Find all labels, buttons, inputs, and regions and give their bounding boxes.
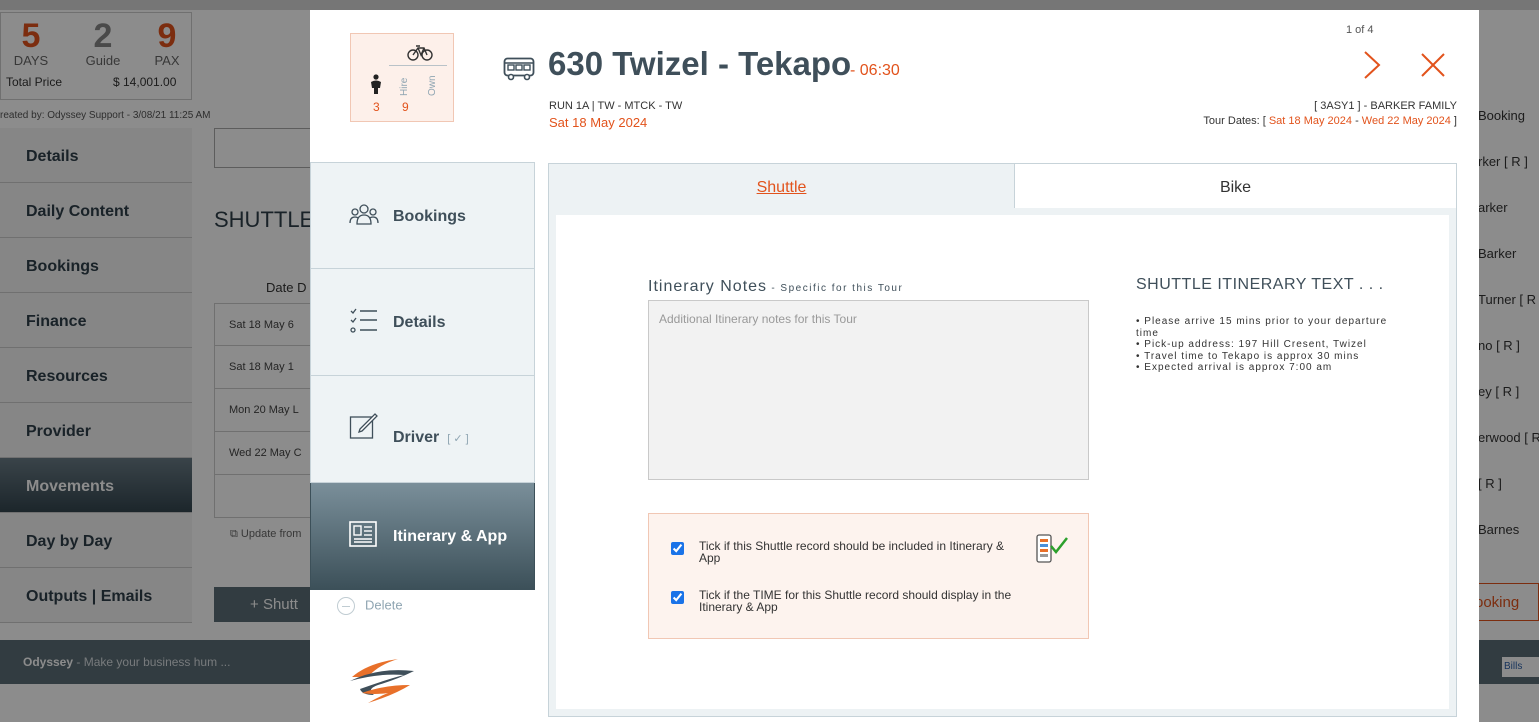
pax-count: 3 — [373, 100, 380, 114]
list-item: • Expected arrival is approx 7:00 am — [1136, 362, 1333, 373]
tour-end-date: Wed 22 May 2024 — [1361, 115, 1451, 127]
include-in-itinerary-checkbox[interactable] — [671, 542, 684, 555]
odyssey-logo — [350, 659, 414, 703]
itinerary-text-list: • Please arrive 15 mins prior to your de… — [1136, 316, 1396, 374]
nav-driver-label: Driver [ ✓ ] — [393, 429, 469, 447]
show-time-checkbox[interactable] — [671, 591, 684, 604]
notes-subtitle: - Specific for this Tour — [767, 283, 904, 294]
nav-driver[interactable]: Driver [ ✓ ] — [310, 376, 535, 483]
tour-time: - 06:30 — [850, 62, 900, 79]
pax-summary-box: Hire Own 3 9 — [350, 33, 454, 122]
nav-itinerary-label: Itinerary & App — [393, 528, 508, 545]
nav-itinerary-app[interactable]: Itinerary & App — [310, 483, 535, 590]
itinerary-text-title: SHUTTLE ITINERARY TEXT . . . — [1136, 276, 1384, 293]
list-item: • Pick-up address: 197 Hill Cresent, Twi… — [1136, 339, 1367, 350]
content-panel: Shuttle Bike Itinerary Notes - Specific … — [548, 163, 1457, 717]
people-icon — [349, 204, 379, 225]
booking-reference: [ 3ASY1 ] - BARKER FAMILY — [1314, 100, 1457, 112]
include-in-itinerary-label: Tick if this Shuttle record should be in… — [699, 539, 1005, 565]
show-time-label: Tick if the TIME for this Shuttle record… — [699, 588, 1012, 614]
edit-icon — [349, 413, 378, 439]
tour-start-date: Sat 18 May 2024 — [1268, 115, 1353, 127]
nav-bookings-label: Bookings — [393, 208, 466, 225]
shuttle-modal: Hire Own 3 9 630 Twizel - Tekapo - 06:30… — [310, 10, 1479, 722]
nav-details[interactable]: Details — [310, 269, 535, 376]
bus-icon — [503, 57, 535, 81]
bike-icon — [407, 45, 433, 61]
tour-dates: Tour Dates: [ Sat 18 May 2024 - Wed 22 M… — [1203, 115, 1457, 127]
phone-check-icon — [1036, 534, 1068, 563]
shuttle-tab-content: Itinerary Notes - Specific for this Tour… — [556, 215, 1449, 709]
delete-label: Delete — [365, 597, 403, 613]
record-pager: 1 of 4 — [1346, 24, 1374, 36]
document-icon — [349, 521, 377, 547]
tour-title: 630 Twizel - Tekapo — [548, 45, 852, 82]
tab-bike[interactable]: Bike — [1015, 164, 1456, 208]
own-label: Own — [427, 75, 438, 96]
checklist-icon — [350, 308, 377, 333]
nav-bookings[interactable]: Bookings — [310, 162, 535, 269]
chevron-right-icon[interactable] — [1362, 50, 1382, 80]
list-item: • Please arrive 15 mins prior to your de… — [1136, 316, 1388, 339]
run-line: RUN 1A | TW - MTCK - TW — [549, 100, 683, 112]
modal-side-nav: Bookings Details Driver [ ✓ ] Itinerary &… — [310, 162, 535, 590]
tour-dates-close: ] — [1450, 115, 1457, 127]
list-item: • Travel time to Tekapo is approx 30 min… — [1136, 350, 1360, 362]
hire-count: 9 — [402, 100, 409, 114]
person-icon — [371, 74, 381, 94]
itinerary-notes-title: Itinerary Notes - Specific for this Tour — [648, 278, 903, 296]
itinerary-notes-input[interactable] — [648, 300, 1089, 480]
notes-title-text: Itinerary Notes — [648, 278, 768, 295]
hire-label: Hire — [399, 77, 410, 96]
driver-assigned-tick: [ ✓ ] — [447, 433, 469, 445]
nav-details-label: Details — [393, 314, 446, 331]
tab-shuttle[interactable]: Shuttle — [549, 164, 1015, 208]
close-icon[interactable] — [1420, 52, 1446, 78]
delete-button[interactable]: Delete — [337, 597, 403, 615]
itinerary-options-box: Tick if this Shuttle record should be in… — [648, 513, 1089, 639]
pax-divider — [389, 65, 447, 66]
minus-circle-icon — [337, 597, 355, 615]
tab-bar: Shuttle Bike — [549, 164, 1456, 208]
tour-dates-sep: - — [1352, 115, 1362, 127]
tour-dates-label: Tour Dates: [ — [1203, 115, 1269, 127]
nav-driver-text: Driver — [393, 429, 440, 446]
run-date: Sat 18 May 2024 — [549, 115, 648, 130]
